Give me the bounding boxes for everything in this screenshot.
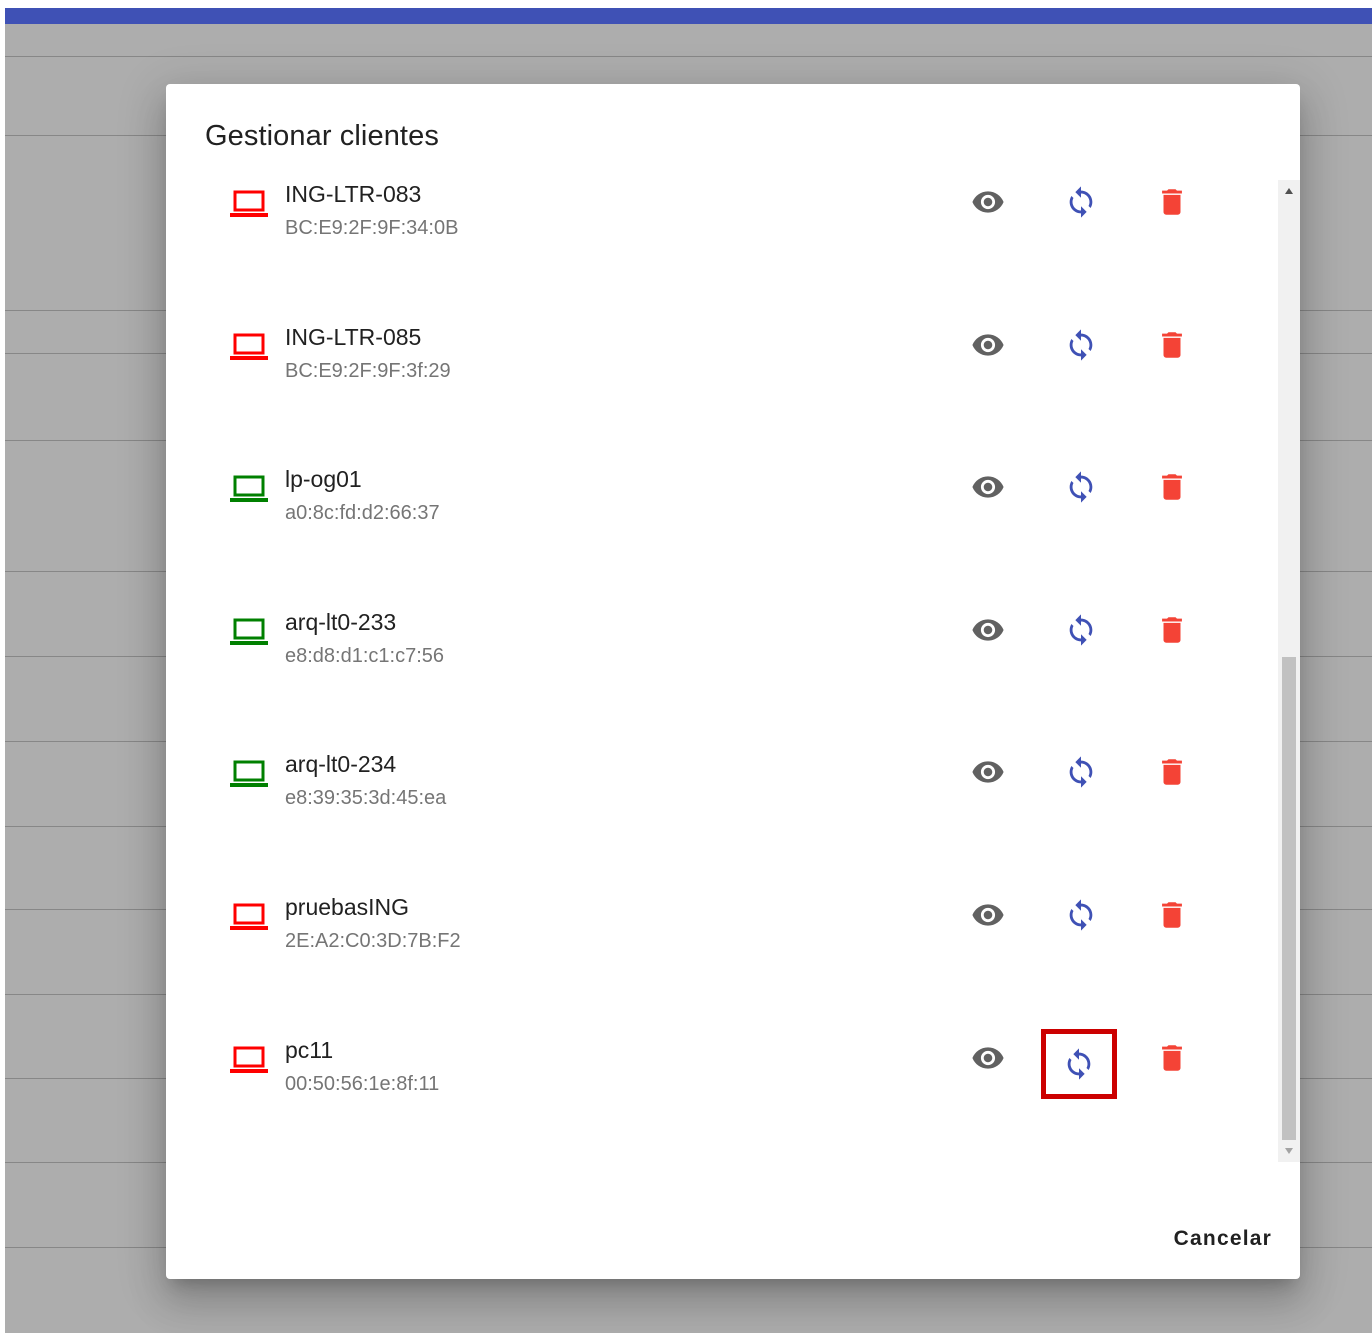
delete-icon[interactable] xyxy=(1146,461,1198,513)
client-row: ING-LTR-085 BC:E9:2F:9F:3f:29 xyxy=(166,319,1266,461)
client-name: pc11 xyxy=(285,1036,334,1063)
delete-icon[interactable] xyxy=(1146,746,1198,798)
delete-icon[interactable] xyxy=(1146,889,1198,941)
client-row: lp-og01 a0:8c:fd:d2:66:37 xyxy=(166,461,1266,603)
client-row: arq-lt0-233 e8:d8:d1:c1:c7:56 xyxy=(166,604,1266,746)
delete-icon[interactable] xyxy=(1146,319,1198,371)
client-mac: 00:50:56:1e:8f:11 xyxy=(285,1072,440,1095)
client-mac: e8:39:35:3d:45:ea xyxy=(285,787,447,810)
client-row: pruebasING 2E:A2:C0:3D:7B:F2 xyxy=(166,889,1266,1031)
client-name: arq-lt0-234 xyxy=(285,751,397,778)
client-list: ING-LTR-083 BC:E9:2F:9F:34:0B ING-LTR-085 B… xyxy=(166,176,1300,1251)
client-row: arq-lt0-234 e8:39:35:3d:45:ea xyxy=(166,746,1266,888)
delete-icon[interactable] xyxy=(1146,604,1198,656)
scroll-up-arrow-icon[interactable] xyxy=(1278,180,1300,202)
client-name: ING-LTR-083 xyxy=(285,181,422,207)
scrollbar-thumb[interactable] xyxy=(1282,657,1296,1140)
client-mac: BC:E9:2F:9F:3f:29 xyxy=(285,359,451,382)
client-mac: e8:d8:d1:c1:c7:56 xyxy=(285,644,445,667)
sync-icon[interactable] xyxy=(1055,746,1107,798)
sync-icon[interactable] xyxy=(1055,889,1107,941)
laptop-icon xyxy=(229,188,269,220)
client-mac: 2E:A2:C0:3D:7B:F2 xyxy=(285,930,461,952)
client-mac: BC:E9:2F:9F:34:0B xyxy=(285,217,459,239)
client-name: lp-og01 xyxy=(285,466,362,493)
client-mac: a0:8c:fd:d2:66:37 xyxy=(285,502,440,525)
laptop-icon xyxy=(229,473,269,505)
client-name: ING-LTR-085 xyxy=(285,323,422,350)
scrollbar[interactable] xyxy=(1278,180,1300,1162)
eye-icon[interactable] xyxy=(962,889,1014,941)
delete-icon[interactable] xyxy=(1146,1032,1198,1084)
laptop-icon xyxy=(229,758,269,790)
sync-icon[interactable] xyxy=(1055,461,1107,513)
cancel-button[interactable]: Cancelar xyxy=(1174,1221,1272,1257)
laptop-icon xyxy=(229,616,269,648)
sync-icon[interactable] xyxy=(1055,604,1107,656)
eye-icon[interactable] xyxy=(962,746,1014,798)
client-name: pruebasING xyxy=(285,894,410,920)
delete-icon[interactable] xyxy=(1146,176,1198,228)
laptop-icon xyxy=(229,901,269,933)
laptop-icon xyxy=(229,331,269,363)
sync-icon[interactable] xyxy=(1055,319,1107,371)
sync-icon[interactable] xyxy=(1055,176,1107,228)
scroll-down-arrow-icon[interactable] xyxy=(1278,1140,1300,1162)
client-name: arq-lt0-233 xyxy=(285,608,397,635)
eye-icon[interactable] xyxy=(962,604,1014,656)
manage-clients-dialog: Gestionar clientes ING-LTR-083 BC:E9:2F:9… xyxy=(166,84,1300,1279)
toolbar xyxy=(5,8,1372,24)
client-row: ING-LTR-083 BC:E9:2F:9F:34:0B xyxy=(166,176,1266,318)
eye-icon[interactable] xyxy=(962,461,1014,513)
left-edge xyxy=(0,0,5,1333)
sync-icon[interactable] xyxy=(1041,1028,1117,1099)
dialog-actions: Cancelar xyxy=(1174,1221,1272,1257)
client-row: pc11 00:50:56:1e:8f:11 xyxy=(166,1028,1266,1174)
top-gap xyxy=(0,0,1372,8)
dialog-title: Gestionar clientes xyxy=(205,120,439,152)
eye-icon[interactable] xyxy=(962,1032,1014,1084)
laptop-icon xyxy=(229,1044,269,1076)
eye-icon[interactable] xyxy=(962,319,1014,371)
eye-icon[interactable] xyxy=(962,176,1014,228)
